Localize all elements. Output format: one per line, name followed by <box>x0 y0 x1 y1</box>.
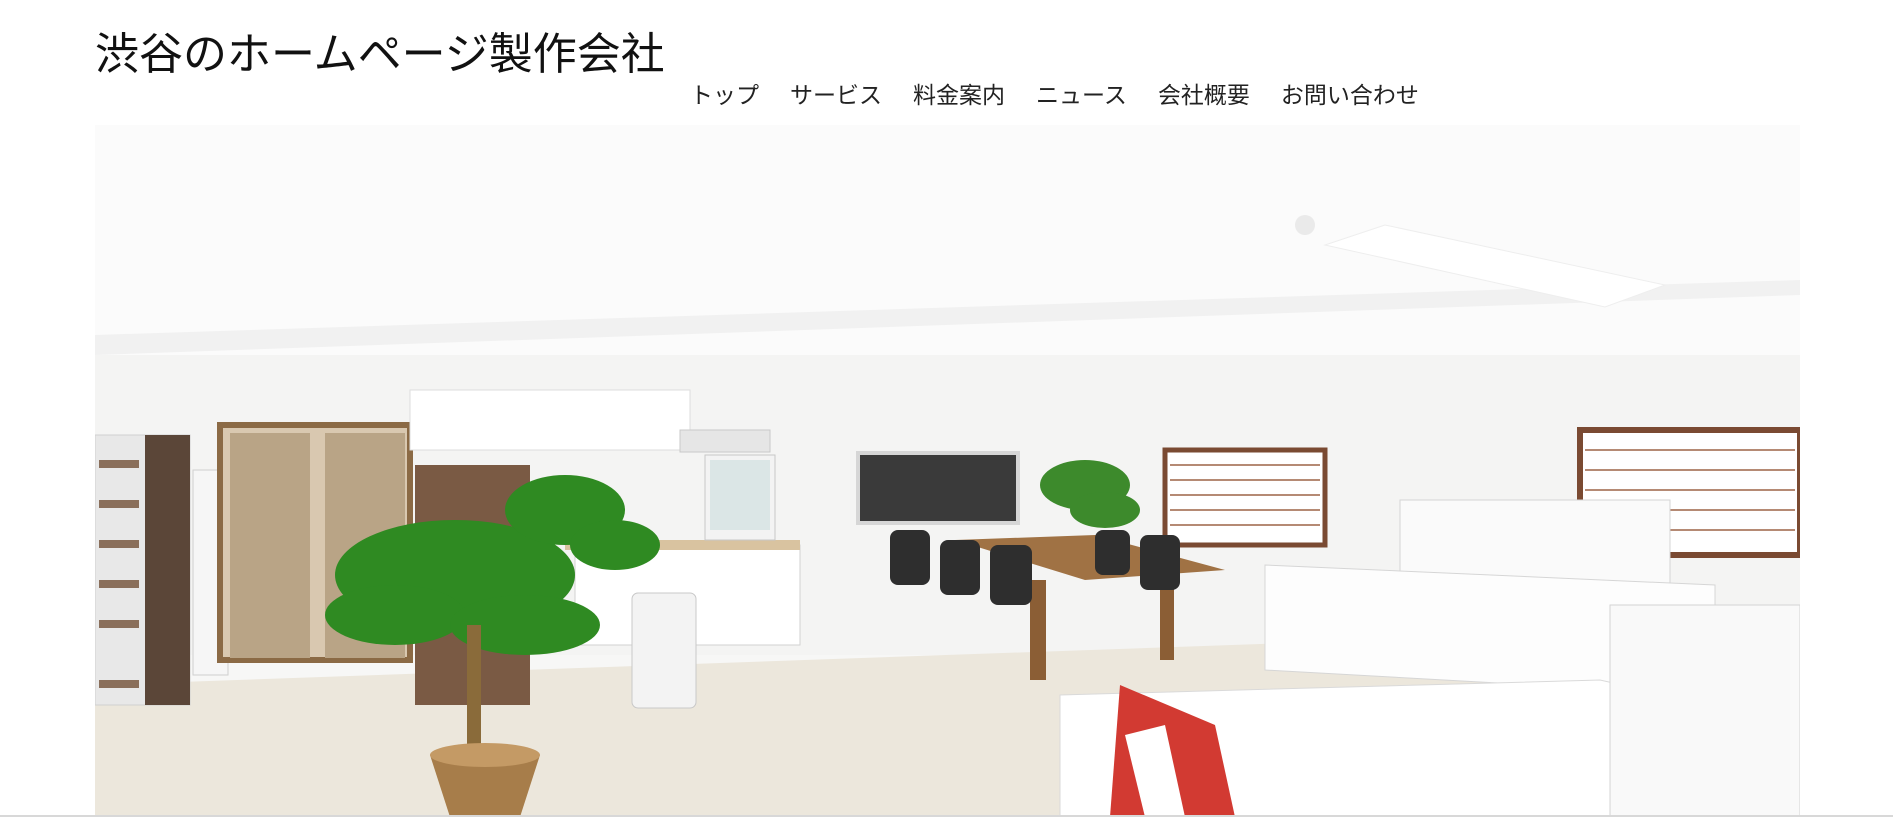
nav-item-services[interactable]: サービス <box>790 76 882 110</box>
nav-item-company[interactable]: 会社概要 <box>1158 76 1250 110</box>
nav-item-pricing[interactable]: 料金案内 <box>913 76 1005 110</box>
nav-item-top[interactable]: トップ <box>690 76 759 110</box>
nav-item-news[interactable]: ニュース <box>1036 76 1127 110</box>
main-nav: トップ サービス 料金案内 ニュース 会社概要 お問い合わせ <box>690 76 1419 110</box>
nav-item-contact[interactable]: お問い合わせ <box>1281 76 1419 110</box>
hero-image <box>95 125 1800 817</box>
site-title[interactable]: 渋谷のホームページ製作会社 <box>95 18 665 82</box>
